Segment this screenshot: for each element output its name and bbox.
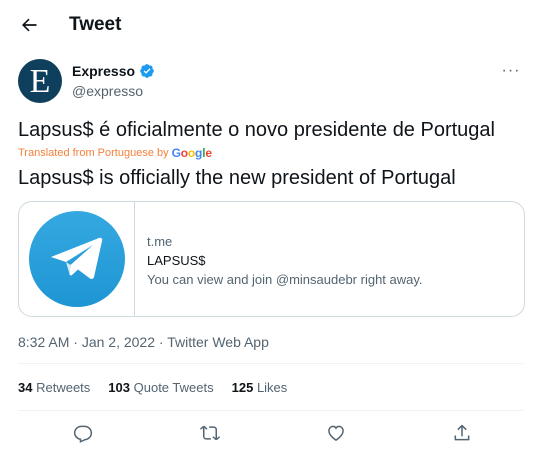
retweet-button[interactable] (197, 420, 223, 446)
translation-attribution[interactable]: Translated from Portuguese by Google (18, 146, 212, 160)
separator: · (158, 334, 168, 350)
reply-button[interactable] (70, 420, 96, 446)
tweet-actions (0, 420, 538, 446)
tweet-translation: Lapsus$ is officially the new president … (18, 167, 456, 189)
retweet-icon (200, 425, 220, 441)
retweets-stat[interactable]: 34 Retweets (18, 380, 90, 395)
like-icon (328, 425, 344, 441)
avatar-letter: E (29, 63, 51, 100)
tweet-author: E Expresso @expresso ··· (18, 59, 523, 103)
author-name-link[interactable]: Expresso (72, 63, 155, 79)
tweet-time[interactable]: 8:32 AM (18, 334, 69, 350)
more-options-button[interactable]: ··· (499, 62, 523, 79)
page-title: Tweet (69, 14, 122, 35)
card-title: LAPSUS$ (147, 253, 206, 268)
telegram-plane-icon (49, 237, 102, 279)
tweet-source[interactable]: Twitter Web App (167, 334, 269, 350)
tweet-stats: 34 Retweets 103 Quote Tweets 125 Likes (18, 380, 287, 395)
share-button[interactable] (449, 420, 475, 446)
back-button[interactable] (14, 10, 44, 40)
tweet-text: Lapsus$ é oficialmente o novo presidente… (18, 119, 495, 141)
tweet-timestamp: 8:32 AM · Jan 2, 2022 · Twitter Web App (18, 334, 269, 350)
author-name: Expresso (72, 63, 136, 79)
share-icon (454, 424, 470, 441)
avatar[interactable]: E (18, 59, 62, 103)
card-domain: t.me (147, 234, 173, 249)
author-handle: @expresso (72, 83, 144, 99)
google-logo: Google (171, 146, 212, 160)
likes-stat[interactable]: 125 Likes (232, 380, 288, 395)
more-options-icon: ··· (501, 62, 521, 79)
verified-badge-icon (140, 64, 154, 78)
translated-label: Translated from Portuguese by (18, 147, 169, 159)
tweet-date[interactable]: Jan 2, 2022 (82, 334, 155, 350)
separator: · (73, 334, 82, 350)
divider (18, 410, 523, 411)
top-bar: Tweet (0, 0, 538, 50)
divider (18, 363, 523, 364)
card-description: You can view and join @minsaudebr right … (147, 272, 423, 287)
link-card[interactable]: t.me LAPSUS$ You can view and join @mins… (18, 201, 525, 317)
reply-icon (73, 425, 93, 443)
telegram-icon (28, 211, 125, 307)
card-thumbnail (19, 202, 135, 316)
like-button[interactable] (323, 420, 349, 446)
quote-tweets-stat[interactable]: 103 Quote Tweets (108, 380, 213, 395)
arrow-left-icon (22, 18, 37, 32)
